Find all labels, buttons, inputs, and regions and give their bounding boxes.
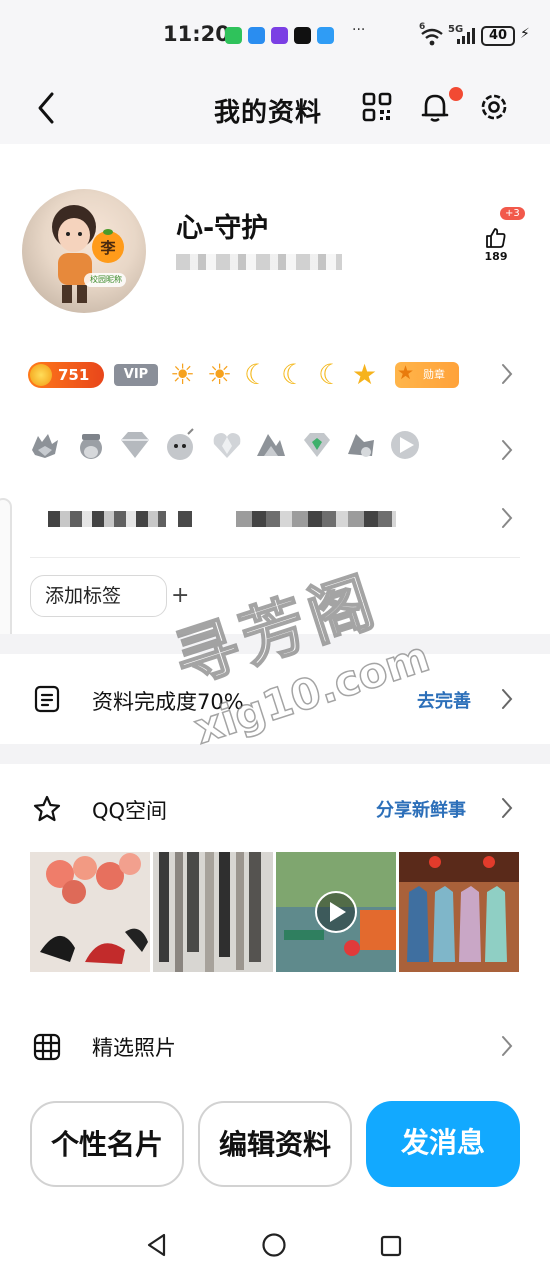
featured-photos-row[interactable]: 精选照片	[0, 1004, 550, 1088]
notification-dot	[449, 87, 463, 101]
moon-level-icon: ☾	[318, 358, 344, 391]
side-drawer-handle[interactable]	[0, 498, 12, 646]
document-icon	[34, 685, 60, 713]
video-app-icon	[271, 27, 288, 44]
divider	[30, 557, 520, 558]
coin-badge: 751	[28, 362, 104, 388]
settings-gear-icon[interactable]	[477, 90, 511, 124]
chevron-right-icon[interactable]	[500, 506, 514, 530]
chevron-right-icon[interactable]	[500, 438, 514, 462]
chevron-right-icon[interactable]	[500, 362, 514, 386]
helmet-badge-icon	[348, 434, 374, 457]
username: 心-守护	[176, 213, 269, 244]
status-more: ···	[352, 22, 366, 38]
signal-slot-label: 6	[419, 22, 426, 32]
mountain-badge-icon	[257, 434, 285, 456]
bell-icon[interactable]	[418, 90, 452, 124]
profile-completion-row[interactable]: 资料完成度70% 去完善	[0, 654, 550, 744]
redacted-info	[236, 511, 396, 527]
moon-level-icon: ☾	[244, 358, 270, 391]
system-nav-bar	[0, 1200, 550, 1280]
coin-count: 751	[58, 366, 90, 384]
wechat-icon	[225, 27, 242, 44]
avatar-tag: 校园昵称	[90, 275, 122, 284]
qzone-label[interactable]: QQ空间	[92, 795, 167, 825]
star-outline-icon	[33, 795, 61, 822]
message-app-icon	[317, 27, 334, 44]
profile-card-button[interactable]: 个性名片	[30, 1101, 184, 1187]
qq-id-redacted	[176, 254, 342, 270]
profile-card: 李 校园昵称 心-守护 +3 189 751 VIP ☀ ☀ ☾ ☾ ☾ ★ 勋…	[0, 144, 550, 634]
page-title: 我的资料	[214, 98, 323, 128]
redacted-info	[48, 511, 166, 527]
nav-back-icon[interactable]	[144, 1232, 170, 1258]
nav-recents-icon[interactable]	[379, 1234, 403, 1258]
notification-app-icons	[225, 27, 334, 44]
qzone-photo[interactable]	[30, 852, 150, 972]
grid-icon	[33, 1033, 61, 1061]
like-count: 189	[484, 250, 508, 263]
like-increment-badge: +3	[500, 207, 525, 220]
top-bar: 我的资料	[0, 72, 550, 144]
share-news-link[interactable]: 分享新鲜事	[376, 796, 466, 822]
plus-icon: +	[171, 583, 190, 608]
qzone-photo[interactable]	[153, 852, 273, 972]
star-level-icon: ★	[352, 358, 378, 391]
crystal-heart-icon	[213, 433, 241, 458]
nav-home-icon[interactable]	[261, 1232, 287, 1258]
qr-code-icon[interactable]	[360, 90, 394, 124]
qzone-video[interactable]	[276, 852, 396, 972]
add-tag-button[interactable]: 添加标签 +	[30, 575, 189, 617]
add-tag-label: 添加标签	[45, 585, 122, 607]
qzone-photo[interactable]	[399, 852, 519, 972]
send-message-button[interactable]: 发消息	[366, 1101, 520, 1187]
charging-icon: ⚡	[520, 26, 530, 42]
bomb-face-icon	[167, 428, 194, 460]
edit-profile-button[interactable]: 编辑资料	[198, 1101, 352, 1187]
medal-label: 勋章	[423, 368, 445, 381]
battery-icon: 40	[481, 26, 515, 46]
medal-star-icon: ★	[397, 362, 415, 384]
like-thumb-icon[interactable]	[484, 226, 508, 250]
status-time: 11:20	[163, 22, 230, 46]
signal-bars-icon	[457, 28, 475, 44]
avatar[interactable]: 李 校园昵称	[22, 189, 146, 313]
alipay-icon	[248, 27, 265, 44]
tiktok-icon	[294, 27, 311, 44]
back-arrow-icon[interactable]	[30, 88, 66, 128]
chevron-right-icon[interactable]	[500, 687, 514, 711]
featured-photos-label: 精选照片	[92, 1036, 176, 1060]
completion-label: 资料完成度70%	[92, 690, 244, 714]
avatar-char: 李	[100, 239, 116, 257]
moon-level-icon: ☾	[281, 358, 307, 391]
complete-profile-link[interactable]: 去完善	[417, 687, 471, 713]
diamond-badge-icon	[121, 432, 149, 458]
chevron-right-icon[interactable]	[500, 1034, 514, 1058]
section-gap	[0, 634, 550, 654]
coin-icon	[30, 364, 52, 386]
chevron-right-icon[interactable]	[500, 796, 514, 820]
vip-badge: VIP	[114, 364, 158, 386]
status-bar: 11:20 ··· 6 5G 40 ⚡	[0, 0, 550, 72]
sun-level-icon: ☀	[170, 358, 196, 391]
section-gap	[0, 744, 550, 764]
avatar-image	[52, 205, 126, 303]
sun-level-icon: ☀	[207, 358, 233, 391]
penguin-badge-icon	[80, 434, 102, 459]
green-gem-icon	[304, 433, 330, 457]
play-badge-icon	[391, 431, 419, 459]
redacted-info	[178, 511, 192, 527]
wolf-badge-icon	[32, 434, 58, 458]
